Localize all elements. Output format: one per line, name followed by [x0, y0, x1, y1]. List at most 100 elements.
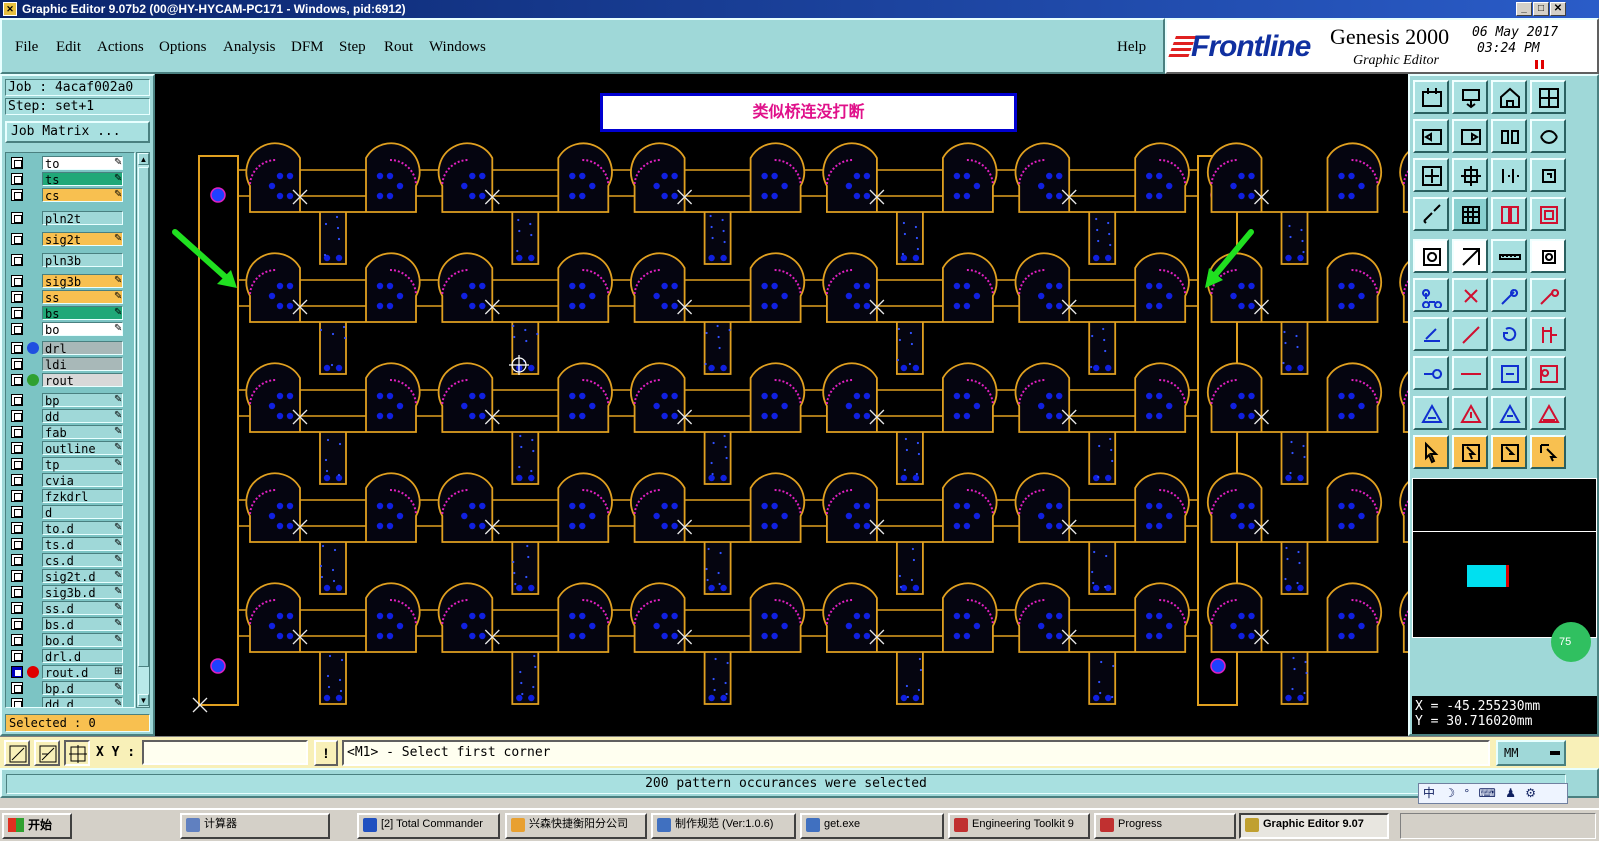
menu-edit[interactable]: Edit — [56, 39, 81, 56]
layer-checkbox[interactable] — [11, 233, 23, 245]
home-icon[interactable] — [1491, 80, 1527, 114]
layer-checkbox[interactable] — [11, 522, 23, 534]
layer-checkbox[interactable] — [11, 410, 23, 422]
layer-row-cvia[interactable]: cvia — [8, 473, 133, 488]
layer-name[interactable]: pln3b — [42, 253, 123, 268]
split-window-icon[interactable] — [1530, 80, 1566, 114]
layer-row-sig2t-d[interactable]: sig2t.d ✎ — [8, 569, 133, 584]
layer-name[interactable]: rout — [42, 373, 123, 388]
layer-name[interactable]: fzkdrl — [42, 489, 123, 504]
layer-checkbox[interactable] — [11, 650, 23, 662]
layer-compare-icon[interactable] — [1491, 197, 1527, 231]
layer-row-sig3b-d[interactable]: sig3b.d ✎ — [8, 585, 133, 600]
layer-row-ss[interactable]: ss ✎ — [8, 290, 133, 305]
layer-checkbox[interactable] — [11, 394, 23, 406]
layer-row-dd[interactable]: dd ✎ — [8, 409, 133, 424]
layer-name[interactable]: to.d — [42, 521, 123, 536]
layer-scrollbar[interactable]: ▲ ▼ — [136, 152, 150, 708]
taskbar-item[interactable]: Progress — [1094, 813, 1236, 839]
one-to-one-icon[interactable] — [1491, 158, 1527, 192]
layer-checkbox[interactable] — [11, 189, 23, 201]
layer-name[interactable]: bs.d — [42, 617, 123, 632]
menu-rout[interactable]: Rout — [384, 39, 413, 56]
layer-row-pln3b[interactable]: pln3b — [8, 253, 133, 268]
layer-row-sig3b[interactable]: sig3b ✎ — [8, 274, 133, 289]
menu-step[interactable]: Step — [339, 39, 366, 56]
layer-checkbox[interactable] — [11, 474, 23, 486]
snap-center-icon[interactable] — [64, 740, 90, 766]
delete-feature-icon[interactable] — [1452, 278, 1488, 312]
menu-options[interactable]: Options — [159, 39, 207, 56]
layer-checkbox[interactable] — [11, 698, 23, 707]
layer-checkbox[interactable] — [11, 212, 23, 224]
taskbar-item[interactable]: 制作规范 (Ver:1.0.6) — [651, 813, 796, 839]
pcb-panel-drawing[interactable] — [155, 74, 1408, 736]
menu-windows[interactable]: Windows — [429, 39, 486, 56]
layer-row-to[interactable]: to ✎ — [8, 156, 133, 171]
drill-icon[interactable] — [1530, 239, 1566, 273]
select-box-icon[interactable] — [1452, 435, 1488, 469]
start-button[interactable]: 开始 — [2, 813, 72, 839]
layer-display-icon[interactable] — [1530, 197, 1566, 231]
layer-checkbox[interactable] — [11, 682, 23, 694]
layer-color-dot-icon[interactable] — [27, 374, 39, 386]
multi-select-icon[interactable] — [1530, 356, 1566, 390]
taskbar-item[interactable]: 兴森快捷衡阳分公司 — [505, 813, 647, 839]
minimize-button[interactable]: _ — [1516, 2, 1532, 16]
layer-row-ss-d[interactable]: ss.d ✎ — [8, 601, 133, 616]
pad-snap-icon[interactable] — [1413, 356, 1449, 390]
scroll-thumb[interactable] — [138, 167, 149, 667]
close-button[interactable]: ✕ — [1550, 2, 1566, 16]
layer-row-bp[interactable]: bp ✎ — [8, 393, 133, 408]
layer-name[interactable]: drl.d — [42, 649, 123, 664]
layer-name[interactable]: bo.d — [42, 633, 123, 648]
snap-grid-icon[interactable] — [34, 740, 60, 766]
taskbar-item[interactable]: get.exe — [800, 813, 944, 839]
layer-checkbox[interactable] — [11, 426, 23, 438]
menu-help[interactable]: Help — [1117, 39, 1146, 56]
layer-row-outline[interactable]: outline ✎ — [8, 441, 133, 456]
layer-row-cs[interactable]: cs ✎ — [8, 188, 133, 203]
layer-row-rout-d[interactable]: rout.d ⊞ — [8, 665, 133, 680]
layer-row-rout[interactable]: rout — [8, 373, 133, 388]
layer-checkbox[interactable] — [11, 323, 23, 335]
layer-name[interactable]: fab — [42, 425, 123, 440]
layer-name[interactable]: outline — [42, 441, 123, 456]
layer-checkbox[interactable] — [11, 538, 23, 550]
mirror-icon[interactable] — [1530, 317, 1566, 351]
layer-checkbox[interactable] — [11, 602, 23, 614]
pause-icon[interactable] — [1535, 60, 1544, 69]
layer-row-fzkdrl[interactable]: fzkdrl — [8, 489, 133, 504]
layer-checkbox[interactable] — [11, 458, 23, 470]
layer-row-bp-d[interactable]: bp.d ✎ — [8, 681, 133, 696]
snap-off-icon[interactable] — [4, 740, 30, 766]
layer-row-ts-d[interactable]: ts.d ✎ — [8, 537, 133, 552]
measure-tools-icon[interactable] — [1413, 197, 1449, 231]
layer-checkbox[interactable] — [11, 291, 23, 303]
add-surface-icon[interactable] — [1452, 239, 1488, 273]
layer-row-drl[interactable]: drl — [8, 341, 133, 356]
layer-name[interactable]: bs — [42, 306, 123, 321]
layer-row-d[interactable]: d — [8, 505, 133, 520]
layer-row-cs-d[interactable]: cs.d ✎ — [8, 553, 133, 568]
zoom-center-icon[interactable] — [1452, 158, 1488, 192]
layer-name[interactable]: to — [42, 156, 123, 171]
layer-row-fab[interactable]: fab ✎ — [8, 425, 133, 440]
layer-checkbox[interactable] — [11, 342, 23, 354]
layer-row-bo-d[interactable]: bo.d ✎ — [8, 633, 133, 648]
layer-checkbox[interactable] — [11, 570, 23, 582]
layer-row-to-d[interactable]: to.d ✎ — [8, 521, 133, 536]
layer-name[interactable]: ldi — [42, 357, 123, 372]
layer-name[interactable]: sig3b.d — [42, 585, 123, 600]
info-button[interactable]: ! — [314, 740, 338, 766]
layer-name[interactable]: dd — [42, 409, 123, 424]
layer-name[interactable]: ts — [42, 172, 123, 187]
pan-right-icon[interactable] — [1452, 119, 1488, 153]
menu-actions[interactable]: Actions — [97, 39, 144, 56]
redraw-icon[interactable] — [1530, 119, 1566, 153]
layer-name[interactable]: rout.d — [42, 665, 123, 680]
graphic-canvas[interactable]: 类似桥连没打断 — [155, 74, 1408, 736]
cut-line-icon[interactable] — [1452, 356, 1488, 390]
triangle-edit-icon[interactable] — [1452, 396, 1488, 430]
units-selector[interactable]: MM — [1496, 740, 1566, 766]
